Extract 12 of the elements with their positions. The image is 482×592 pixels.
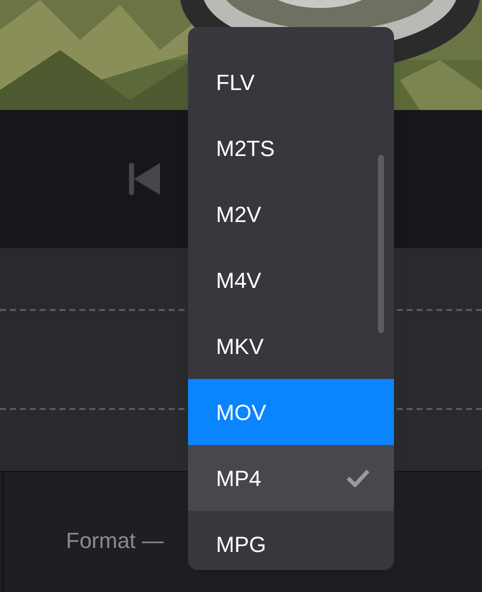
format-option[interactable]: M4V [188, 247, 394, 313]
format-option[interactable]: FLV [188, 49, 394, 115]
format-option[interactable]: MKV [188, 313, 394, 379]
scrollbar[interactable] [378, 155, 384, 333]
checkmark-icon [346, 469, 370, 487]
format-option[interactable]: M2V [188, 181, 394, 247]
format-option[interactable]: MP4 [188, 445, 394, 511]
format-option[interactable]: MOV [188, 379, 394, 445]
format-option[interactable]: MPG [188, 511, 394, 570]
format-option[interactable]: M2TS [188, 115, 394, 181]
format-label: Format — [66, 528, 164, 553]
skip-back-icon[interactable] [129, 162, 161, 196]
